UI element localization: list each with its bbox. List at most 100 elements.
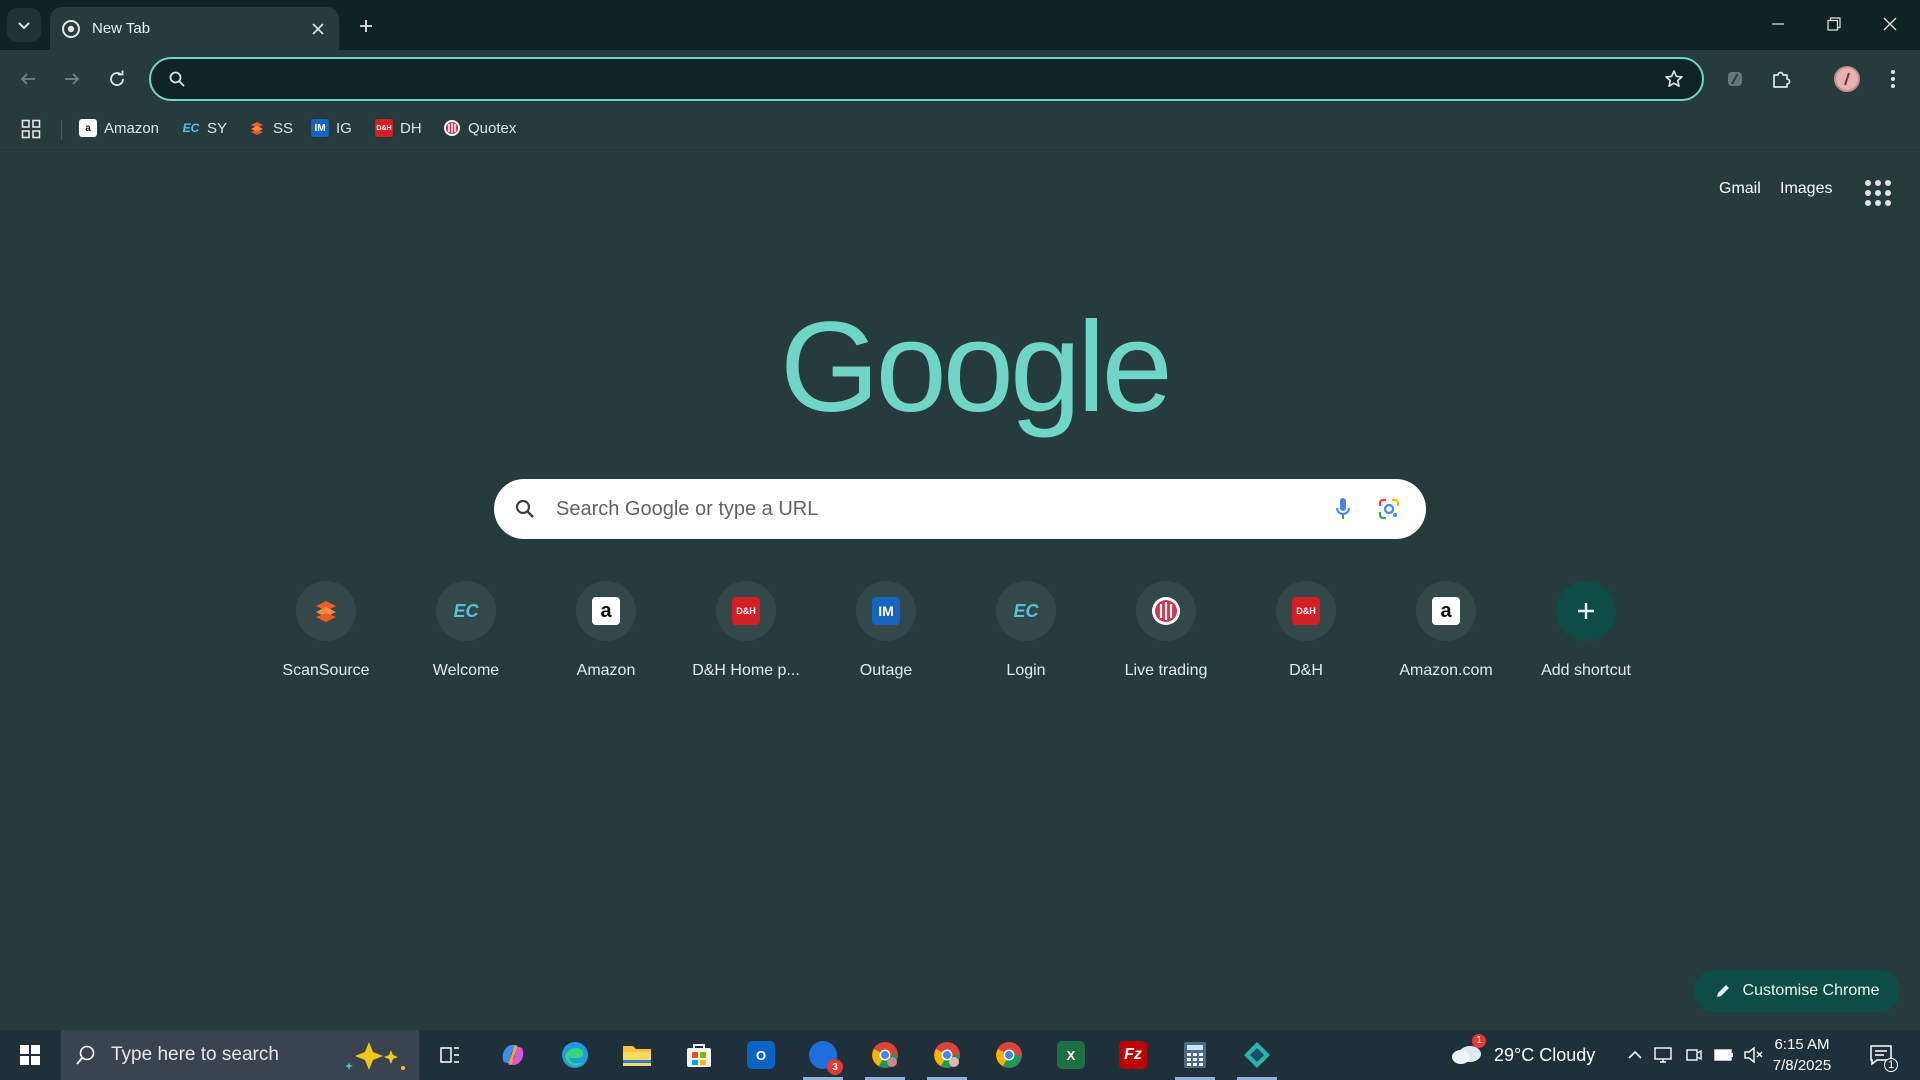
taskbar-chrome-2[interactable]	[919, 1030, 975, 1080]
shortcut-amazon-com[interactable]: a Amazon.com	[1390, 580, 1502, 690]
shortcut-welcome[interactable]: EC Welcome	[410, 580, 522, 690]
apps-dot-icon	[1875, 190, 1881, 196]
taskbar-excel[interactable]: X	[1043, 1030, 1099, 1080]
excel-icon: X	[1057, 1041, 1085, 1069]
mail-app-icon: 3	[809, 1041, 843, 1075]
taskbar-clock[interactable]: 6:15 AM 7/8/2025	[1762, 1034, 1842, 1076]
search-icon	[494, 499, 556, 519]
bookmark-amazon[interactable]: a Amazon	[79, 113, 159, 143]
address-bar[interactable]	[149, 57, 1704, 101]
im-icon: IM	[311, 119, 329, 137]
edge-icon	[562, 1042, 588, 1068]
taskbar-calculator[interactable]	[1167, 1030, 1223, 1080]
shortcut-icon-container: EC	[996, 581, 1056, 641]
outlook-icon: O	[747, 1041, 775, 1069]
shortcut-label: Amazon.com	[1399, 662, 1493, 679]
shortcut-icon-container: a	[1416, 581, 1476, 641]
taskbar-store[interactable]	[671, 1030, 727, 1080]
windows-icon	[20, 1045, 40, 1065]
search-icon	[157, 71, 197, 87]
amazon-icon: a	[592, 597, 620, 625]
tab-new-tab[interactable]: New Tab	[50, 7, 339, 50]
task-view-button[interactable]	[422, 1030, 478, 1080]
taskbar-mail[interactable]: 3	[795, 1030, 851, 1080]
chrome-icon	[934, 1042, 960, 1068]
shortcut-amazon[interactable]: a Amazon	[550, 580, 662, 690]
customise-chrome-button[interactable]: Customise Chrome	[1694, 970, 1900, 1012]
back-button[interactable]	[9, 60, 47, 98]
store-icon	[687, 1044, 711, 1067]
taskbar-chrome-3[interactable]	[981, 1030, 1037, 1080]
apps-dot-icon	[1865, 180, 1871, 186]
taskbar-edge[interactable]	[547, 1030, 603, 1080]
tray-volume[interactable]	[1742, 1044, 1764, 1066]
amazon-icon: a	[1432, 597, 1460, 625]
minimize-button[interactable]	[1750, 0, 1806, 48]
plus-icon	[360, 20, 372, 32]
shortcut-label: Amazon	[576, 662, 636, 679]
quotex-icon	[443, 119, 461, 137]
battery-icon	[1714, 1049, 1733, 1061]
bookmark-ig[interactable]: IM IG	[311, 113, 352, 143]
google-search-box[interactable]: Search Google or type a URL	[494, 479, 1426, 539]
bookmark-sy[interactable]: EC SY	[182, 113, 227, 143]
tray-network[interactable]	[1653, 1044, 1675, 1066]
bookmark-dh[interactable]: D&H DH	[375, 113, 422, 143]
shortcut-dh-home[interactable]: D&H D&H Home p...	[690, 580, 802, 690]
search-placeholder: Search Google or type a URL	[556, 497, 819, 520]
tab-search-button[interactable]	[7, 8, 41, 42]
taskbar-copilot[interactable]	[485, 1030, 541, 1080]
profile-button[interactable]	[1827, 59, 1867, 99]
taskbar-search-box[interactable]: Type here to search	[61, 1030, 419, 1080]
taskbar-chrome-1[interactable]	[857, 1030, 913, 1080]
camera-icon	[1686, 1049, 1702, 1061]
taskbar-filezilla[interactable]: Fz	[1105, 1030, 1161, 1080]
apps-button[interactable]	[18, 116, 44, 142]
shortcut-label: ScanSource	[282, 662, 370, 679]
shortcut-dh[interactable]: D&H D&H	[1250, 580, 1362, 690]
tray-overflow-button[interactable]	[1624, 1044, 1646, 1066]
copilot-icon	[502, 1044, 524, 1066]
taskbar-app-diamond[interactable]	[1229, 1030, 1285, 1080]
shortcut-label: Live trading	[1124, 662, 1208, 679]
restore-button[interactable]	[1806, 0, 1862, 48]
start-button[interactable]	[0, 1030, 60, 1080]
reload-button[interactable]	[98, 60, 136, 98]
address-input[interactable]	[197, 70, 1654, 88]
extensions-button[interactable]	[1761, 59, 1801, 99]
close-window-button[interactable]	[1862, 0, 1918, 48]
gmail-link[interactable]: Gmail	[1719, 180, 1761, 198]
lens-search-button[interactable]	[1366, 498, 1412, 520]
shortcut-outage[interactable]: IM Outage	[830, 580, 942, 690]
shortcut-live-trading[interactable]: Live trading	[1110, 580, 1222, 690]
taskbar-weather[interactable]: 1 29°C Cloudy	[1450, 1030, 1595, 1080]
images-link[interactable]: Images	[1780, 180, 1832, 198]
shortcut-icon-container	[296, 581, 356, 641]
arrow-left-icon	[20, 73, 35, 85]
chrome-menu-button[interactable]	[1873, 59, 1913, 99]
apps-dot-icon	[1865, 200, 1871, 206]
folder-icon	[623, 1046, 651, 1066]
bookmark-ss[interactable]: SS	[248, 113, 293, 143]
action-center-button[interactable]: 1	[1866, 1040, 1898, 1072]
taskbar-outlook[interactable]: O	[733, 1030, 789, 1080]
bookmark-quotex[interactable]: Quotex	[443, 113, 516, 143]
voice-search-button[interactable]	[1320, 497, 1366, 521]
ec-icon: EC	[1013, 600, 1039, 621]
tray-battery[interactable]	[1713, 1044, 1735, 1066]
sparkle-icon	[345, 1042, 405, 1070]
shortcut-login[interactable]: EC Login	[970, 580, 1082, 690]
google-apps-button[interactable]	[1863, 178, 1891, 206]
diamond-app-icon	[1244, 1042, 1270, 1068]
taskbar-file-explorer[interactable]	[609, 1030, 665, 1080]
forward-button[interactable]	[53, 60, 91, 98]
tray-meet[interactable]	[1683, 1044, 1705, 1066]
extension-button[interactable]	[1715, 59, 1755, 99]
add-shortcut-button[interactable]: Add shortcut	[1530, 580, 1642, 690]
new-tab-button[interactable]	[350, 10, 382, 42]
toolbar	[0, 50, 1920, 108]
bookmark-star-button[interactable]	[1654, 69, 1694, 89]
tab-close-button[interactable]	[303, 14, 333, 44]
shortcut-scansource[interactable]: ScanSource	[270, 580, 382, 690]
dh-icon: D&H	[732, 597, 760, 625]
